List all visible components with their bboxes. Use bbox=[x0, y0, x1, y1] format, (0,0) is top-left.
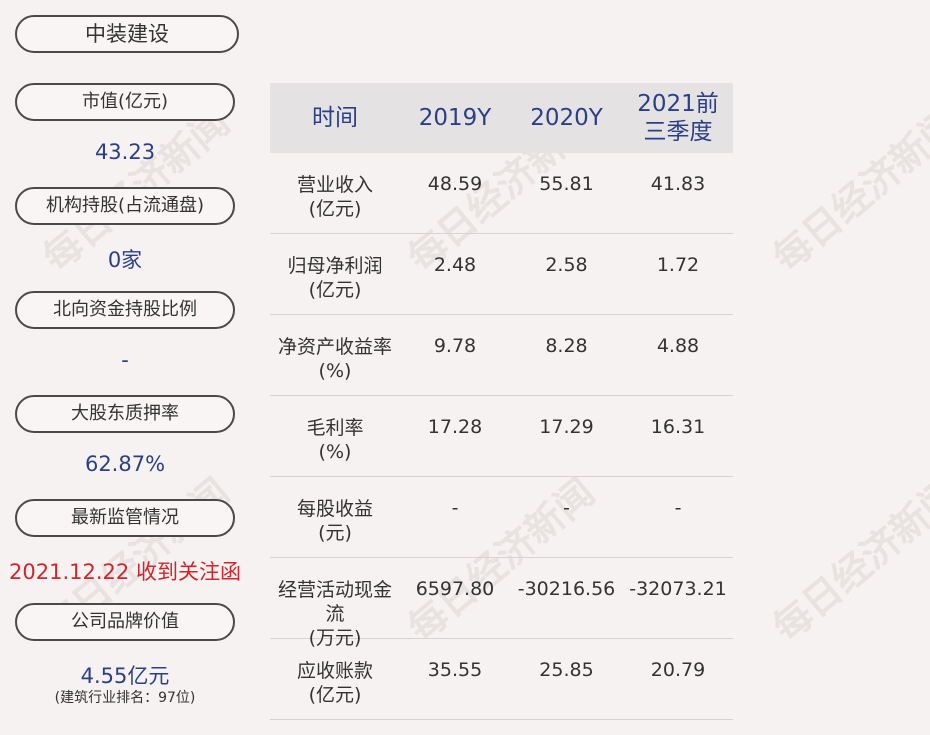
table-cell: - bbox=[674, 497, 682, 519]
table-cell: 17.28 bbox=[427, 416, 483, 438]
table-cell: -30216.56 bbox=[517, 578, 616, 600]
institutional-holdings-value: 0家 bbox=[107, 248, 143, 272]
table-row: 营业收入 (亿元) 48.59 55.81 41.83 bbox=[270, 153, 733, 234]
table-cell: 4.88 bbox=[656, 335, 700, 357]
table-cell: 6597.80 bbox=[415, 578, 495, 600]
row-label: 每股收益 (元) bbox=[270, 497, 400, 545]
table-row: 经营活动现金流 (万元) 6597.80 -30216.56 -32073.21 bbox=[270, 558, 733, 649]
pledge-ratio-label: 大股东质押率 bbox=[15, 395, 235, 433]
row-name: 净资产收益率 bbox=[277, 336, 392, 358]
brand-value-value: 4.55亿元 bbox=[80, 664, 170, 688]
header-time: 时间 bbox=[312, 105, 358, 131]
row-label: 净资产收益率 (%) bbox=[270, 335, 400, 383]
table-cell: -32073.21 bbox=[629, 578, 727, 600]
northbound-ratio-value: - bbox=[121, 348, 129, 372]
row-label: 应收账款 (亿元) bbox=[270, 659, 400, 707]
row-unit: (亿元) bbox=[308, 279, 362, 301]
row-name: 营业收入 bbox=[296, 174, 373, 196]
table-row: 毛利率 (%) 17.28 17.29 16.31 bbox=[270, 396, 733, 477]
row-unit: (%) bbox=[318, 441, 352, 463]
table-cell: 41.83 bbox=[650, 173, 706, 195]
row-name: 每股收益 bbox=[296, 498, 373, 520]
pledge-ratio-value: 62.87% bbox=[84, 452, 166, 476]
header-2021q3: 2021前三季度 bbox=[637, 91, 719, 145]
table-header: 时间 2019Y 2020Y 2021前三季度 bbox=[270, 83, 733, 153]
header-2019: 2019Y bbox=[418, 105, 492, 131]
market-cap-label: 市值(亿元) bbox=[15, 83, 235, 121]
institutional-holdings-label: 机构持股(占流通盘) bbox=[15, 187, 235, 225]
table-cell: 1.72 bbox=[656, 254, 700, 276]
header-2020: 2020Y bbox=[530, 105, 603, 131]
market-cap-value: 43.23 bbox=[94, 140, 156, 164]
table-cell: 17.29 bbox=[539, 416, 594, 438]
table-cell: 20.79 bbox=[650, 659, 706, 681]
brand-value-label: 公司品牌价值 bbox=[15, 603, 235, 641]
financial-table: 时间 2019Y 2020Y 2021前三季度 营业收入 (亿元) 48.59 5… bbox=[270, 83, 733, 720]
table-cell: 2.48 bbox=[433, 254, 477, 276]
table-cell: 16.31 bbox=[650, 416, 706, 438]
row-unit: (%) bbox=[318, 360, 352, 382]
table-cell: 35.55 bbox=[427, 659, 483, 681]
table-row: 应收账款 (亿元) 35.55 25.85 20.79 bbox=[270, 639, 733, 720]
regulatory-status-value: 2021.12.22 收到关注函 bbox=[9, 560, 241, 584]
northbound-ratio-label: 北向资金持股比例 bbox=[15, 291, 235, 329]
table-row: 净资产收益率 (%) 9.78 8.28 4.88 bbox=[270, 315, 733, 396]
table-cell: - bbox=[451, 497, 459, 519]
row-unit: (亿元) bbox=[308, 684, 362, 706]
row-name: 应收账款 bbox=[296, 660, 373, 682]
table-cell: 48.59 bbox=[427, 173, 483, 195]
table-cell: 55.81 bbox=[539, 173, 594, 195]
table-cell: - bbox=[563, 497, 570, 519]
table-cell: 25.85 bbox=[539, 659, 594, 681]
brand-rank-note: (建筑行业排名：97位) bbox=[54, 690, 196, 706]
row-label: 营业收入 (亿元) bbox=[270, 173, 400, 221]
row-label: 归母净利润 (亿元) bbox=[270, 254, 400, 302]
company-name-pill: 中装建设 bbox=[15, 15, 239, 53]
row-unit: (亿元) bbox=[308, 198, 362, 220]
watermark: 每日经济新闻 bbox=[764, 470, 930, 651]
row-name: 毛利率 bbox=[306, 417, 364, 439]
row-name: 经营活动现金流 bbox=[277, 579, 392, 625]
table-cell: 8.28 bbox=[545, 335, 588, 357]
row-unit: (元) bbox=[318, 522, 352, 544]
row-name: 归母净利润 bbox=[287, 255, 383, 277]
row-label: 毛利率 (%) bbox=[270, 416, 400, 464]
table-cell: 2.58 bbox=[545, 254, 588, 276]
table-row: 归母净利润 (亿元) 2.48 2.58 1.72 bbox=[270, 234, 733, 315]
regulatory-status-label: 最新监管情况 bbox=[15, 499, 235, 537]
table-cell: 9.78 bbox=[433, 335, 477, 357]
table-row: 每股收益 (元) - - - bbox=[270, 477, 733, 558]
watermark: 每日经济新闻 bbox=[764, 100, 930, 281]
